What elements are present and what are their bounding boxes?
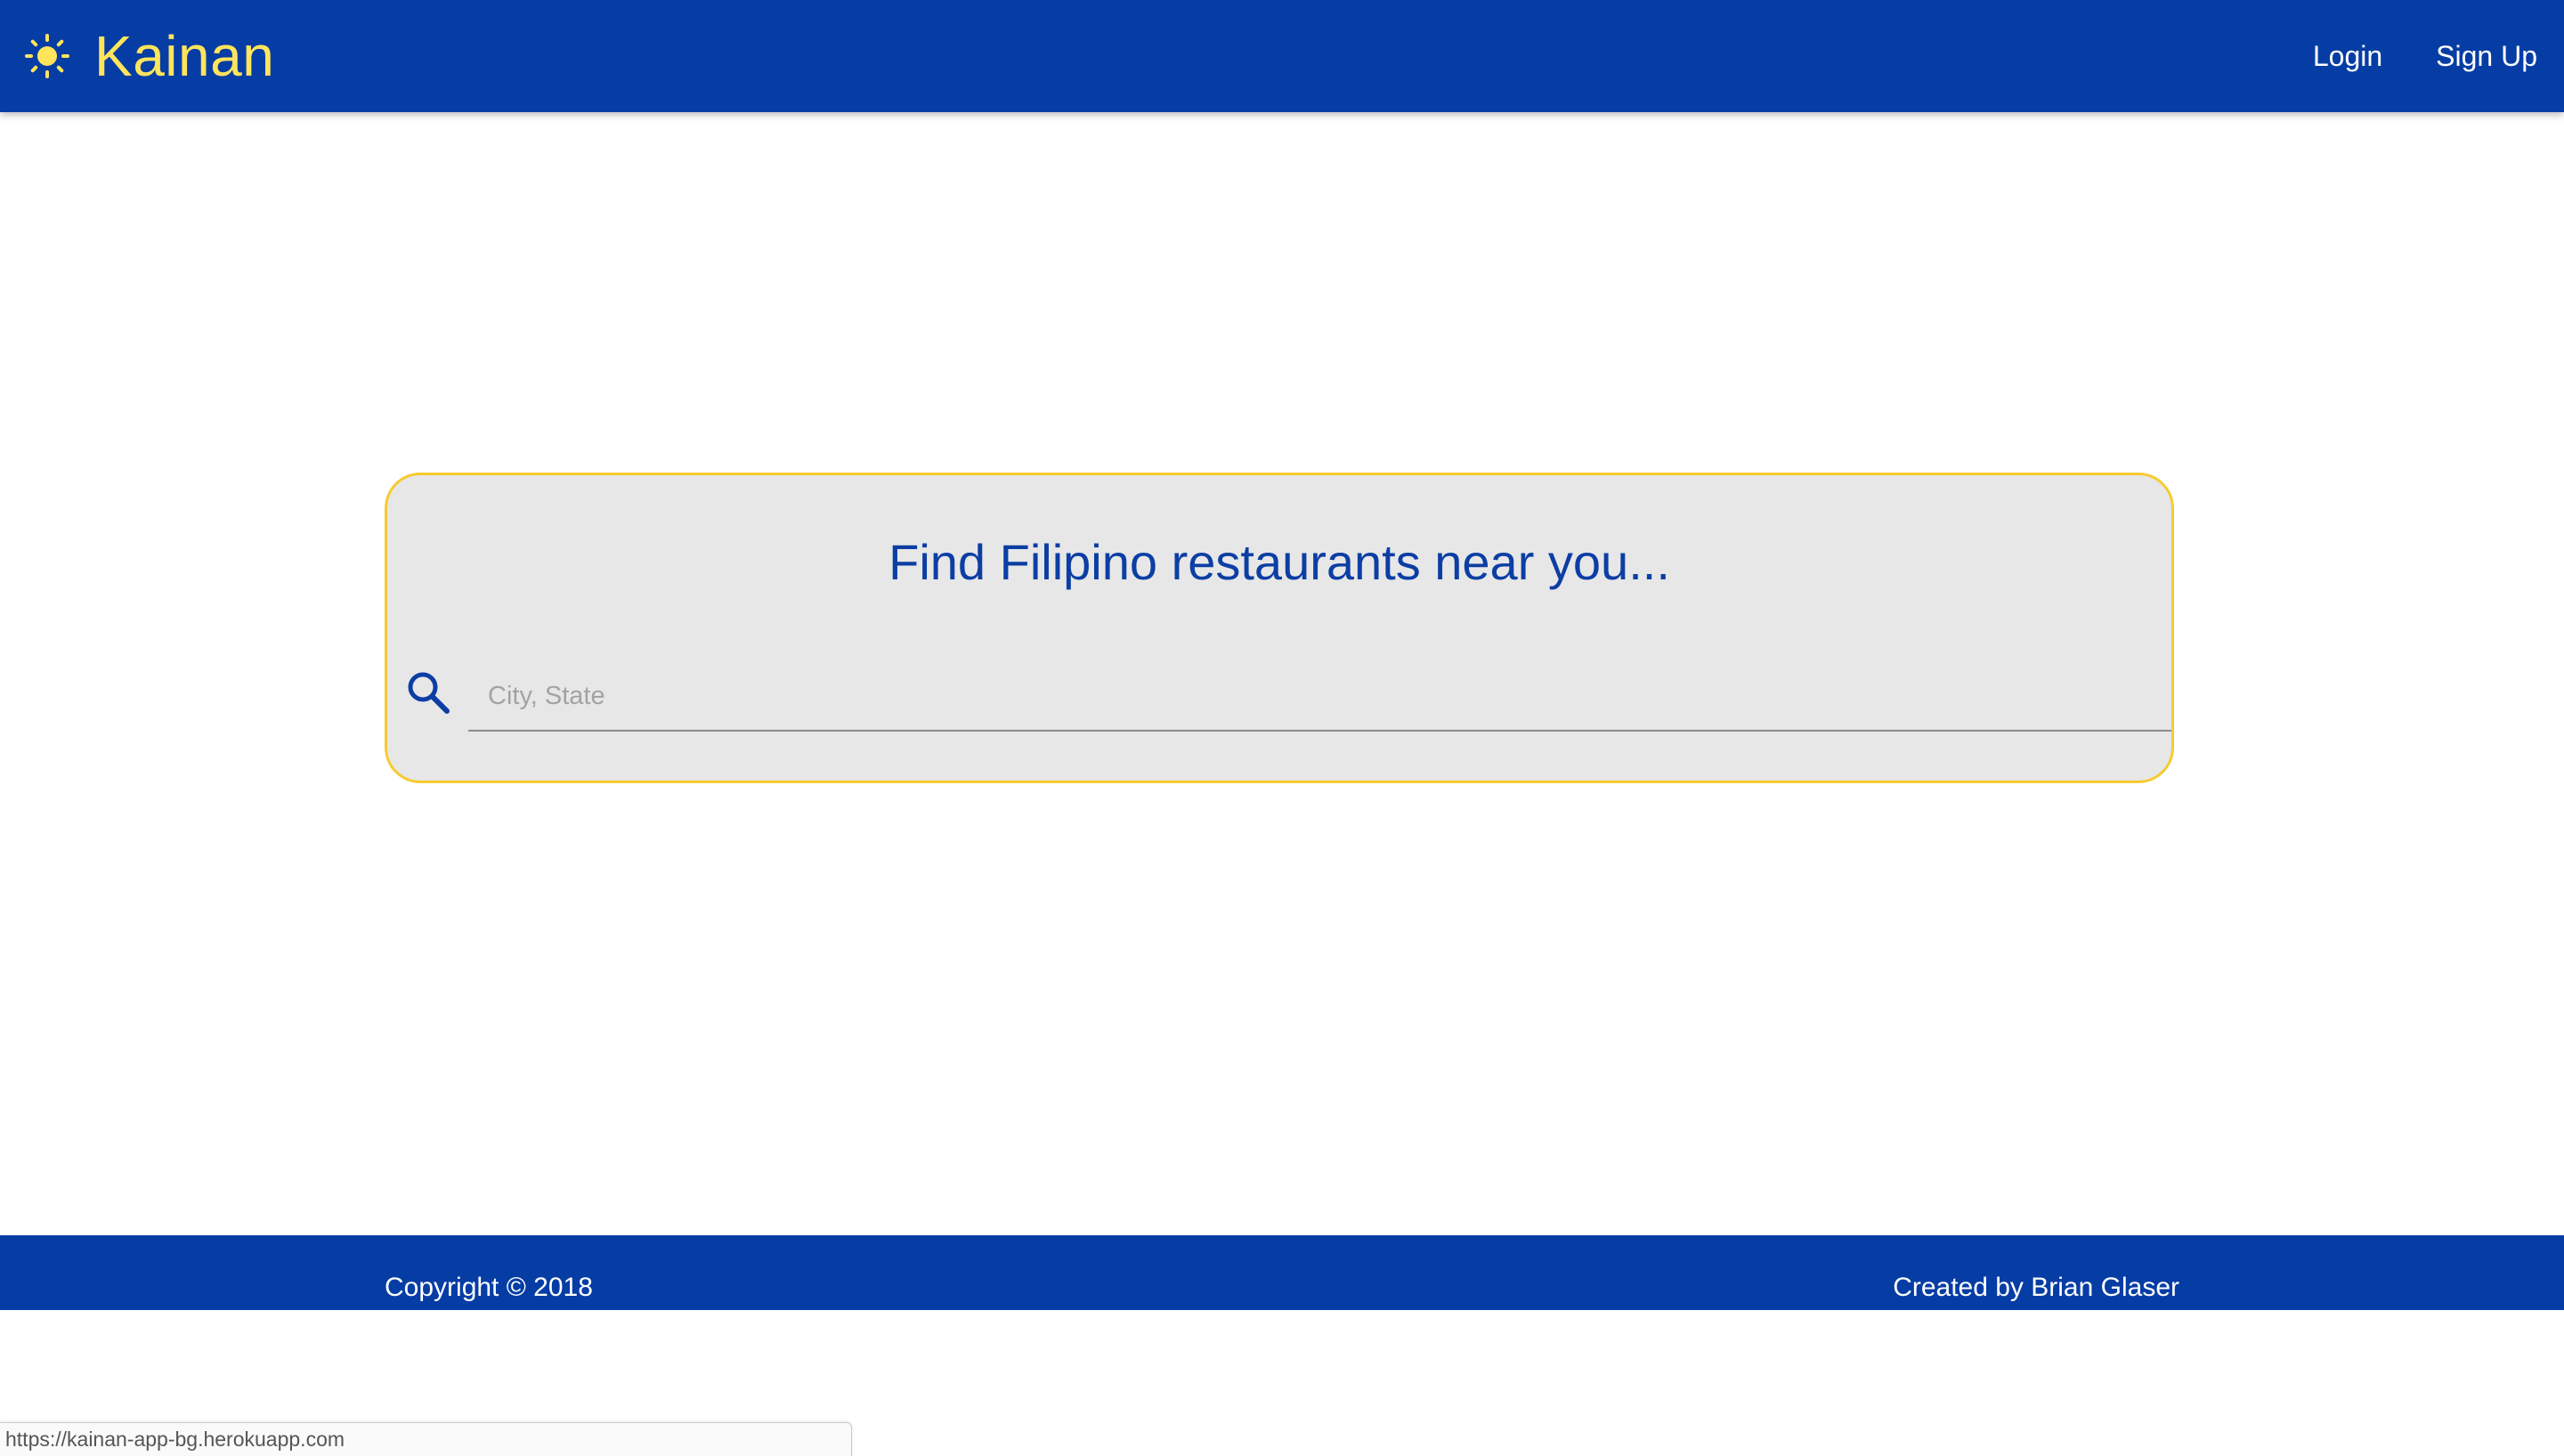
brand-name: Kainan [94,24,275,88]
brand-home-link[interactable]: Kainan [25,0,274,112]
city-state-search-input[interactable] [468,662,2171,732]
status-url: https://kainan-app-bg.herokuapp.com [5,1428,345,1451]
search-title: Find Filipino restaurants near you... [888,534,1670,590]
login-link[interactable]: Login [2313,40,2382,73]
search-icon [408,672,450,714]
sun-icon [25,34,69,78]
footer-credit: Created by Brian Glaser [1893,1273,2179,1302]
search-card: Find Filipino restaurants near you... [385,473,2174,783]
footer-copyright: Copyright © 2018 [385,1273,593,1302]
nav-links: Login Sign Up [2260,0,2537,112]
browser-status-bar: https://kainan-app-bg.herokuapp.com [0,1422,852,1456]
search-row [387,662,2171,733]
signup-link[interactable]: Sign Up [2436,40,2537,73]
page-footer: Copyright © 2018 Created by Brian Glaser [0,1235,2564,1310]
top-navbar: Kainan Login Sign Up [0,0,2564,112]
